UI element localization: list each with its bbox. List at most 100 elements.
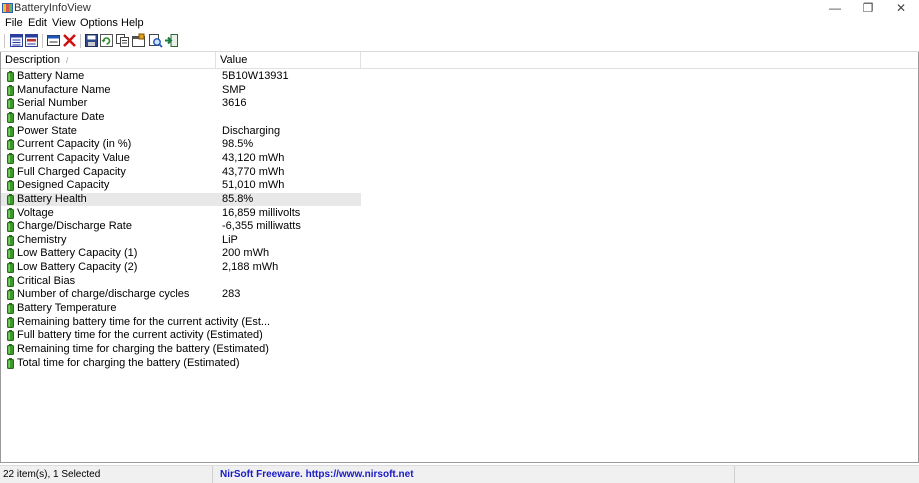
row-value: 200 mWh bbox=[222, 247, 270, 259]
list-item[interactable]: Current Capacity (in %) 98.5% bbox=[1, 138, 361, 151]
list-item[interactable]: Manufacture Name SMP bbox=[1, 84, 361, 97]
exit-icon[interactable] bbox=[164, 33, 179, 48]
list-item[interactable]: Number of charge/discharge cycles 283 bbox=[1, 288, 361, 301]
list-item[interactable]: Charge/Discharge Rate -6,355 milliwatts bbox=[1, 220, 361, 233]
sort-indicator: / bbox=[66, 56, 69, 65]
status-bar: 22 item(s), 1 Selected NirSoft Freeware.… bbox=[0, 465, 919, 483]
column-header-description[interactable]: Description / bbox=[1, 52, 216, 68]
list-item[interactable]: Remaining battery time for the current a… bbox=[1, 316, 361, 329]
battery-icon bbox=[7, 358, 14, 369]
battery-icon bbox=[7, 180, 14, 191]
find-icon[interactable] bbox=[148, 33, 163, 48]
battery-icon bbox=[7, 126, 14, 137]
list-item[interactable]: Remaining time for charging the battery … bbox=[1, 343, 361, 356]
row-description: Battery Name bbox=[17, 70, 85, 82]
list-item[interactable]: Low Battery Capacity (1) 200 mWh bbox=[1, 247, 361, 260]
battery-icon bbox=[7, 303, 14, 314]
battery-icon bbox=[7, 344, 14, 355]
row-description: Power State bbox=[17, 125, 77, 137]
row-description: Number of charge/discharge cycles bbox=[17, 288, 190, 300]
toolbar-separator bbox=[42, 34, 43, 48]
list-item[interactable]: Full Charged Capacity 43,770 mWh bbox=[1, 166, 361, 179]
restore-button[interactable]: ❐ bbox=[851, 0, 885, 16]
list-item[interactable]: Low Battery Capacity (2) 2,188 mWh bbox=[1, 261, 361, 274]
row-value: 3616 bbox=[222, 97, 247, 109]
row-value: 283 bbox=[222, 288, 241, 300]
list-item[interactable]: Serial Number 3616 bbox=[1, 97, 361, 110]
properties-list[interactable]: Description / Value Battery Name 5B10W1393… bbox=[0, 52, 919, 463]
row-description: Voltage bbox=[17, 207, 54, 219]
row-description: Chemistry bbox=[17, 234, 67, 246]
app-icon bbox=[2, 3, 13, 13]
row-value: 98.5% bbox=[222, 138, 254, 150]
menu-view[interactable]: View bbox=[52, 17, 76, 29]
menu-help[interactable]: Help bbox=[121, 17, 144, 29]
row-description: Battery Temperature bbox=[17, 302, 117, 314]
minimize-button[interactable]: — bbox=[818, 0, 852, 16]
refresh-icon[interactable] bbox=[99, 33, 114, 48]
battery-icon bbox=[7, 85, 14, 96]
battery-icon bbox=[7, 330, 14, 341]
html-report-selected-icon[interactable] bbox=[24, 33, 39, 48]
battery-icon bbox=[7, 98, 14, 109]
battery-icon bbox=[7, 248, 14, 259]
list-item[interactable]: Full battery time for the current activi… bbox=[1, 329, 361, 342]
row-value: LiP bbox=[222, 234, 238, 246]
list-item[interactable]: Battery Name 5B10W13931 bbox=[1, 70, 361, 83]
row-description: Full Charged Capacity bbox=[17, 166, 126, 178]
row-description: Serial Number bbox=[17, 97, 88, 109]
row-description: Manufacture Name bbox=[17, 84, 111, 96]
copy-icon[interactable] bbox=[115, 33, 130, 48]
row-value: 2,188 mWh bbox=[222, 261, 279, 273]
nirsoft-link[interactable]: NirSoft Freeware. https://www.nirsoft.ne… bbox=[220, 469, 414, 480]
list-header: Description / Value bbox=[1, 52, 918, 69]
status-link-panel: NirSoft Freeware. https://www.nirsoft.ne… bbox=[220, 466, 735, 483]
html-report-all-icon[interactable] bbox=[9, 33, 24, 48]
close-button[interactable]: ✕ bbox=[884, 0, 918, 16]
column-header-value[interactable]: Value bbox=[216, 52, 361, 68]
delete-icon[interactable] bbox=[62, 33, 77, 48]
list-item[interactable]: Power State Discharging bbox=[1, 125, 361, 138]
row-value: 43,770 mWh bbox=[222, 166, 285, 178]
row-description: Low Battery Capacity (2) bbox=[17, 261, 138, 273]
list-item[interactable]: Current Capacity Value 43,120 mWh bbox=[1, 152, 361, 165]
toolbar bbox=[0, 31, 919, 52]
row-value: 5B10W13931 bbox=[222, 70, 289, 82]
list-item[interactable]: Designed Capacity 51,010 mWh bbox=[1, 179, 361, 192]
row-value: -6,355 milliwatts bbox=[222, 220, 301, 232]
row-description: Designed Capacity bbox=[17, 179, 110, 191]
battery-icon bbox=[7, 208, 14, 219]
menu-bar: File Edit View Options Help bbox=[0, 16, 919, 31]
row-value: 16,859 millivolts bbox=[222, 207, 301, 219]
row-description: Full battery time for the current activi… bbox=[17, 329, 263, 341]
row-description: Battery Health bbox=[17, 193, 87, 205]
list-item[interactable]: Critical Bias bbox=[1, 275, 361, 288]
menu-file[interactable]: File bbox=[5, 17, 23, 29]
options-icon[interactable] bbox=[131, 33, 146, 48]
list-item[interactable]: Battery Temperature bbox=[1, 302, 361, 315]
status-item-count: 22 item(s), 1 Selected bbox=[3, 466, 213, 483]
battery-icon bbox=[7, 139, 14, 150]
battery-icon bbox=[7, 194, 14, 205]
row-description: Low Battery Capacity (1) bbox=[17, 247, 138, 259]
list-item[interactable]: Chemistry LiP bbox=[1, 234, 361, 247]
properties-icon[interactable] bbox=[46, 33, 61, 48]
battery-icon bbox=[7, 112, 14, 123]
battery-icon bbox=[7, 221, 14, 232]
battery-icon bbox=[7, 317, 14, 328]
menu-options[interactable]: Options bbox=[80, 17, 118, 29]
column-header-value-label: Value bbox=[220, 54, 248, 66]
row-value: SMP bbox=[222, 84, 246, 96]
battery-icon bbox=[7, 262, 14, 273]
list-item[interactable]: Battery Health 85.8% bbox=[1, 193, 361, 206]
title-bar: BatteryInfoView — ❐ ✕ bbox=[0, 0, 919, 16]
list-item[interactable]: Voltage 16,859 millivolts bbox=[1, 207, 361, 220]
battery-icon bbox=[7, 153, 14, 164]
window-title: BatteryInfoView bbox=[14, 2, 91, 14]
list-item[interactable]: Total time for charging the battery (Est… bbox=[1, 357, 361, 370]
column-header-description-label: Description bbox=[5, 54, 61, 66]
row-description: Critical Bias bbox=[17, 275, 76, 287]
list-item[interactable]: Manufacture Date bbox=[1, 111, 361, 124]
save-icon[interactable] bbox=[84, 33, 99, 48]
menu-edit[interactable]: Edit bbox=[28, 17, 47, 29]
